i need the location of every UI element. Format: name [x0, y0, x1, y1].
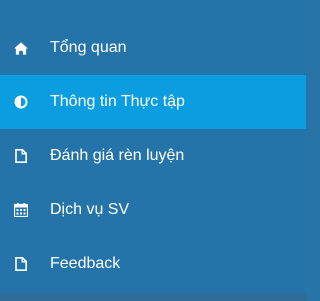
sidebar-item-label: Tổng quan	[50, 39, 127, 56]
sidebar-item-dich-vu-sv[interactable]: Dịch vụ SV	[0, 183, 306, 237]
sidebar-item-label: Thông tin Thực tập	[50, 93, 185, 110]
sidebar-item-tong-quan[interactable]: Tổng quan	[0, 21, 306, 75]
sidebar-item-label: Feedback	[50, 255, 121, 272]
sidebar-item-danh-gia-ren-luyen[interactable]: Đánh giá rèn luyện	[0, 129, 306, 183]
home-icon	[14, 41, 28, 55]
sidebar-item-label: Đánh giá rèn luyện	[50, 147, 185, 164]
sidebar-menu: Tổng quan Thông tin Thực tập Đánh giá rè…	[0, 0, 306, 291]
sidebar-item-label: Dịch vụ SV	[50, 201, 130, 218]
calendar-icon	[14, 203, 28, 217]
file-icon	[14, 149, 28, 163]
sidebar-item-feedback[interactable]: Feedback	[0, 237, 306, 291]
file-icon	[14, 257, 28, 271]
sidebar-item-thong-tin-thuc-tap[interactable]: Thông tin Thực tập	[0, 75, 306, 129]
sidebar-nav: Tổng quan Thông tin Thực tập Đánh giá rè…	[0, 0, 306, 301]
sidebar-bottom-divider	[0, 293, 306, 301]
adjust-icon	[14, 95, 28, 109]
